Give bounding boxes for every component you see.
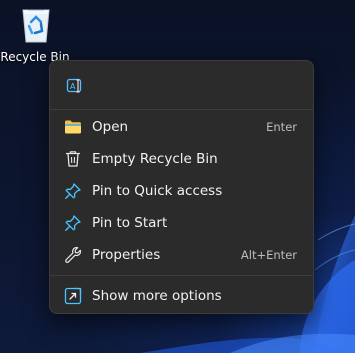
pin-icon: [64, 214, 82, 232]
menu-item-pin-to-start[interactable]: Pin to Start: [54, 208, 309, 238]
menu-item-label: Pin to Quick access: [92, 183, 223, 199]
trash-icon: [64, 150, 82, 168]
menu-item-show-more-options[interactable]: Show more options: [54, 281, 309, 311]
rename-icon: A: [66, 78, 82, 93]
menu-item-label: Open: [92, 119, 129, 135]
menu-item-label: Show more options: [92, 288, 222, 304]
menu-item-label: Properties: [92, 247, 161, 263]
quick-actions-row: A: [60, 71, 100, 101]
menu-item-label: Pin to Start: [92, 215, 168, 231]
menu-item-properties[interactable]: Properties Alt+Enter: [54, 240, 309, 270]
menu-item-empty-recycle-bin[interactable]: Empty Recycle Bin: [54, 144, 309, 174]
folder-icon: [64, 118, 82, 136]
show-more-icon: [64, 287, 82, 305]
menu-item-shortcut: Enter: [266, 120, 297, 134]
menu-item-pin-to-quick-access[interactable]: Pin to Quick access: [54, 176, 309, 206]
menu-divider-top: [50, 109, 313, 110]
wrench-icon: [64, 246, 82, 264]
pin-icon: [64, 182, 82, 200]
desktop-background[interactable]: Recycle Bin A Open Enter Empty Recycle B…: [0, 0, 355, 353]
menu-item-label: Empty Recycle Bin: [92, 151, 218, 167]
menu-item-shortcut: Alt+Enter: [240, 248, 297, 262]
menu-divider-bottom: [50, 275, 313, 276]
recycle-bin-icon: [22, 9, 50, 43]
menu-item-open[interactable]: Open Enter: [54, 112, 309, 142]
svg-text:A: A: [70, 82, 76, 91]
context-menu: A Open Enter Empty Recycle Bin Pin to Qu…: [49, 60, 314, 314]
rename-button[interactable]: A: [60, 71, 90, 101]
